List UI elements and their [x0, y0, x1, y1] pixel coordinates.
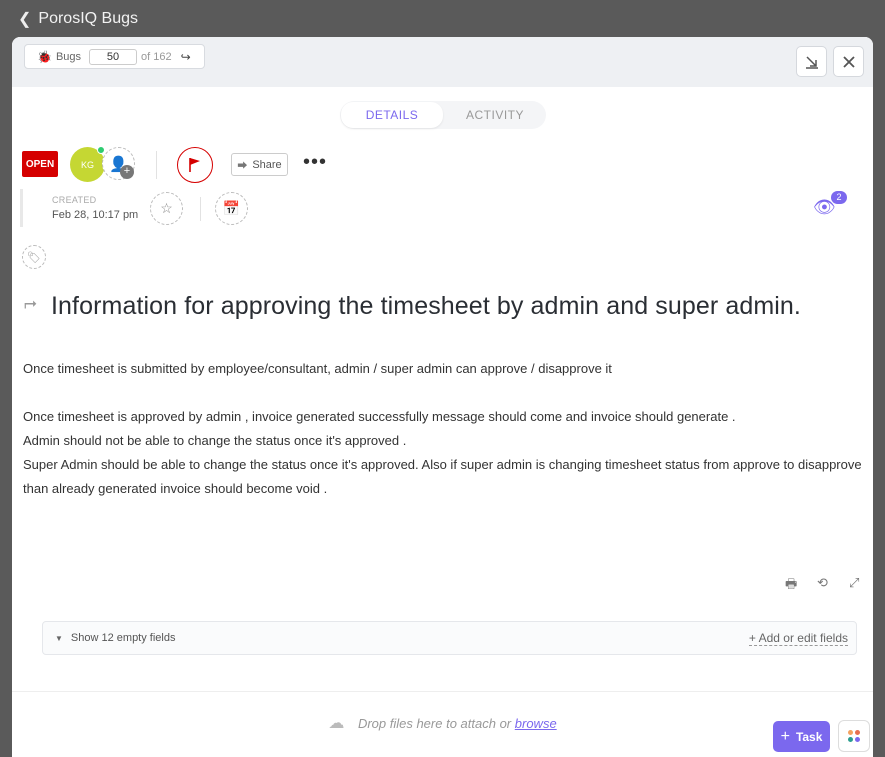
calendar-icon: 📅 — [222, 200, 241, 216]
apps-dot — [855, 737, 860, 742]
minimize-button[interactable] — [796, 46, 827, 77]
attachment-dropzone[interactable]: ☁ Drop files here to attach or browse — [12, 713, 873, 733]
apps-dot — [848, 730, 853, 735]
divider — [156, 151, 157, 179]
close-button[interactable] — [833, 46, 864, 77]
share-icon: ⮕ — [237, 161, 248, 172]
plus-icon: + — [120, 165, 134, 179]
window-titlebar: ❮ PorosIQ Bugs — [0, 0, 885, 38]
share-label: Share — [252, 158, 282, 171]
browse-link[interactable]: browse — [515, 716, 557, 731]
online-indicator — [97, 146, 105, 154]
created-bar — [20, 189, 23, 227]
more-options-icon[interactable]: ••• — [303, 152, 327, 172]
apps-dot — [848, 737, 853, 742]
tag-icon[interactable]: 🏷 — [22, 245, 46, 269]
description-line: Once timesheet is approved by admin , in… — [23, 409, 736, 424]
created-date: Feb 28, 10:17 pm — [52, 209, 139, 221]
history-icon[interactable]: ⟲ — [817, 575, 828, 591]
task-description[interactable]: Once timesheet is submitted by employee/… — [23, 357, 863, 501]
apps-button[interactable] — [838, 720, 870, 752]
divider — [12, 691, 873, 692]
modal-header: 🐞 Bugs 50 of 162 ↪ — [12, 37, 873, 87]
created-label: CREATED — [52, 195, 97, 205]
minimize-down-icon — [805, 55, 818, 69]
description-line: Super Admin should be able to change the… — [23, 457, 862, 496]
empty-fields-label: Show 12 empty fields — [70, 632, 176, 644]
caret-down-icon: ▼ — [55, 633, 63, 643]
tab-details[interactable]: DETAILS — [341, 102, 443, 128]
expand-icon[interactable]: ⤢ — [849, 575, 859, 591]
bug-icon: 🐞 — [37, 49, 52, 64]
task-modal: 🐞 Bugs 50 of 162 ↪ DETAILS ACTIVITY OPEN… — [12, 37, 873, 757]
subtask-icon: ⮣ — [24, 295, 37, 312]
time-estimate-button[interactable]: ☆ — [150, 192, 183, 225]
window-title[interactable]: PorosIQ Bugs — [38, 10, 138, 28]
add-assignee-button[interactable]: 👤 + — [102, 147, 135, 180]
task-index-input[interactable]: 50 — [89, 48, 138, 65]
add-task-button[interactable]: + Task — [773, 721, 830, 752]
share-button[interactable]: ⮕ Share — [231, 153, 288, 176]
status-badge[interactable]: OPEN — [22, 151, 58, 177]
task-title[interactable]: Information for approving the timesheet … — [51, 292, 801, 321]
close-icon — [842, 55, 855, 68]
description-line: Admin should not be able to change the s… — [23, 433, 407, 448]
task-navigator: 🐞 Bugs 50 of 162 ↪ — [24, 44, 205, 69]
star-icon: ☆ — [160, 200, 173, 216]
chevron-left-icon[interactable]: ❮ — [18, 9, 31, 29]
task-total: of 162 — [141, 50, 172, 63]
tab-activity[interactable]: ACTIVITY — [444, 101, 546, 129]
flag-icon — [189, 158, 200, 172]
empty-fields-toggle[interactable]: ▼ Show 12 empty fields + Add or edit fie… — [42, 621, 857, 655]
open-external-icon[interactable]: ↪ — [181, 50, 191, 64]
task-button-label: Task — [795, 729, 823, 744]
priority-flag-button[interactable] — [177, 147, 213, 183]
cloud-upload-icon: ☁ — [328, 715, 345, 732]
divider — [200, 197, 201, 221]
tabs: DETAILS ACTIVITY — [340, 101, 546, 129]
apps-dot — [855, 730, 860, 735]
description-line: Once timesheet is submitted by employee/… — [23, 361, 612, 376]
list-name[interactable]: Bugs — [56, 51, 81, 63]
print-icon[interactable]: 🖶 — [785, 575, 797, 597]
plus-icon: + — [780, 727, 790, 745]
add-edit-fields-link[interactable]: + Add or edit fields — [748, 632, 848, 646]
drop-text: Drop files here to attach or — [357, 716, 512, 731]
due-date-button[interactable]: 📅 — [215, 192, 248, 225]
watchers-count: 2 — [831, 191, 847, 204]
